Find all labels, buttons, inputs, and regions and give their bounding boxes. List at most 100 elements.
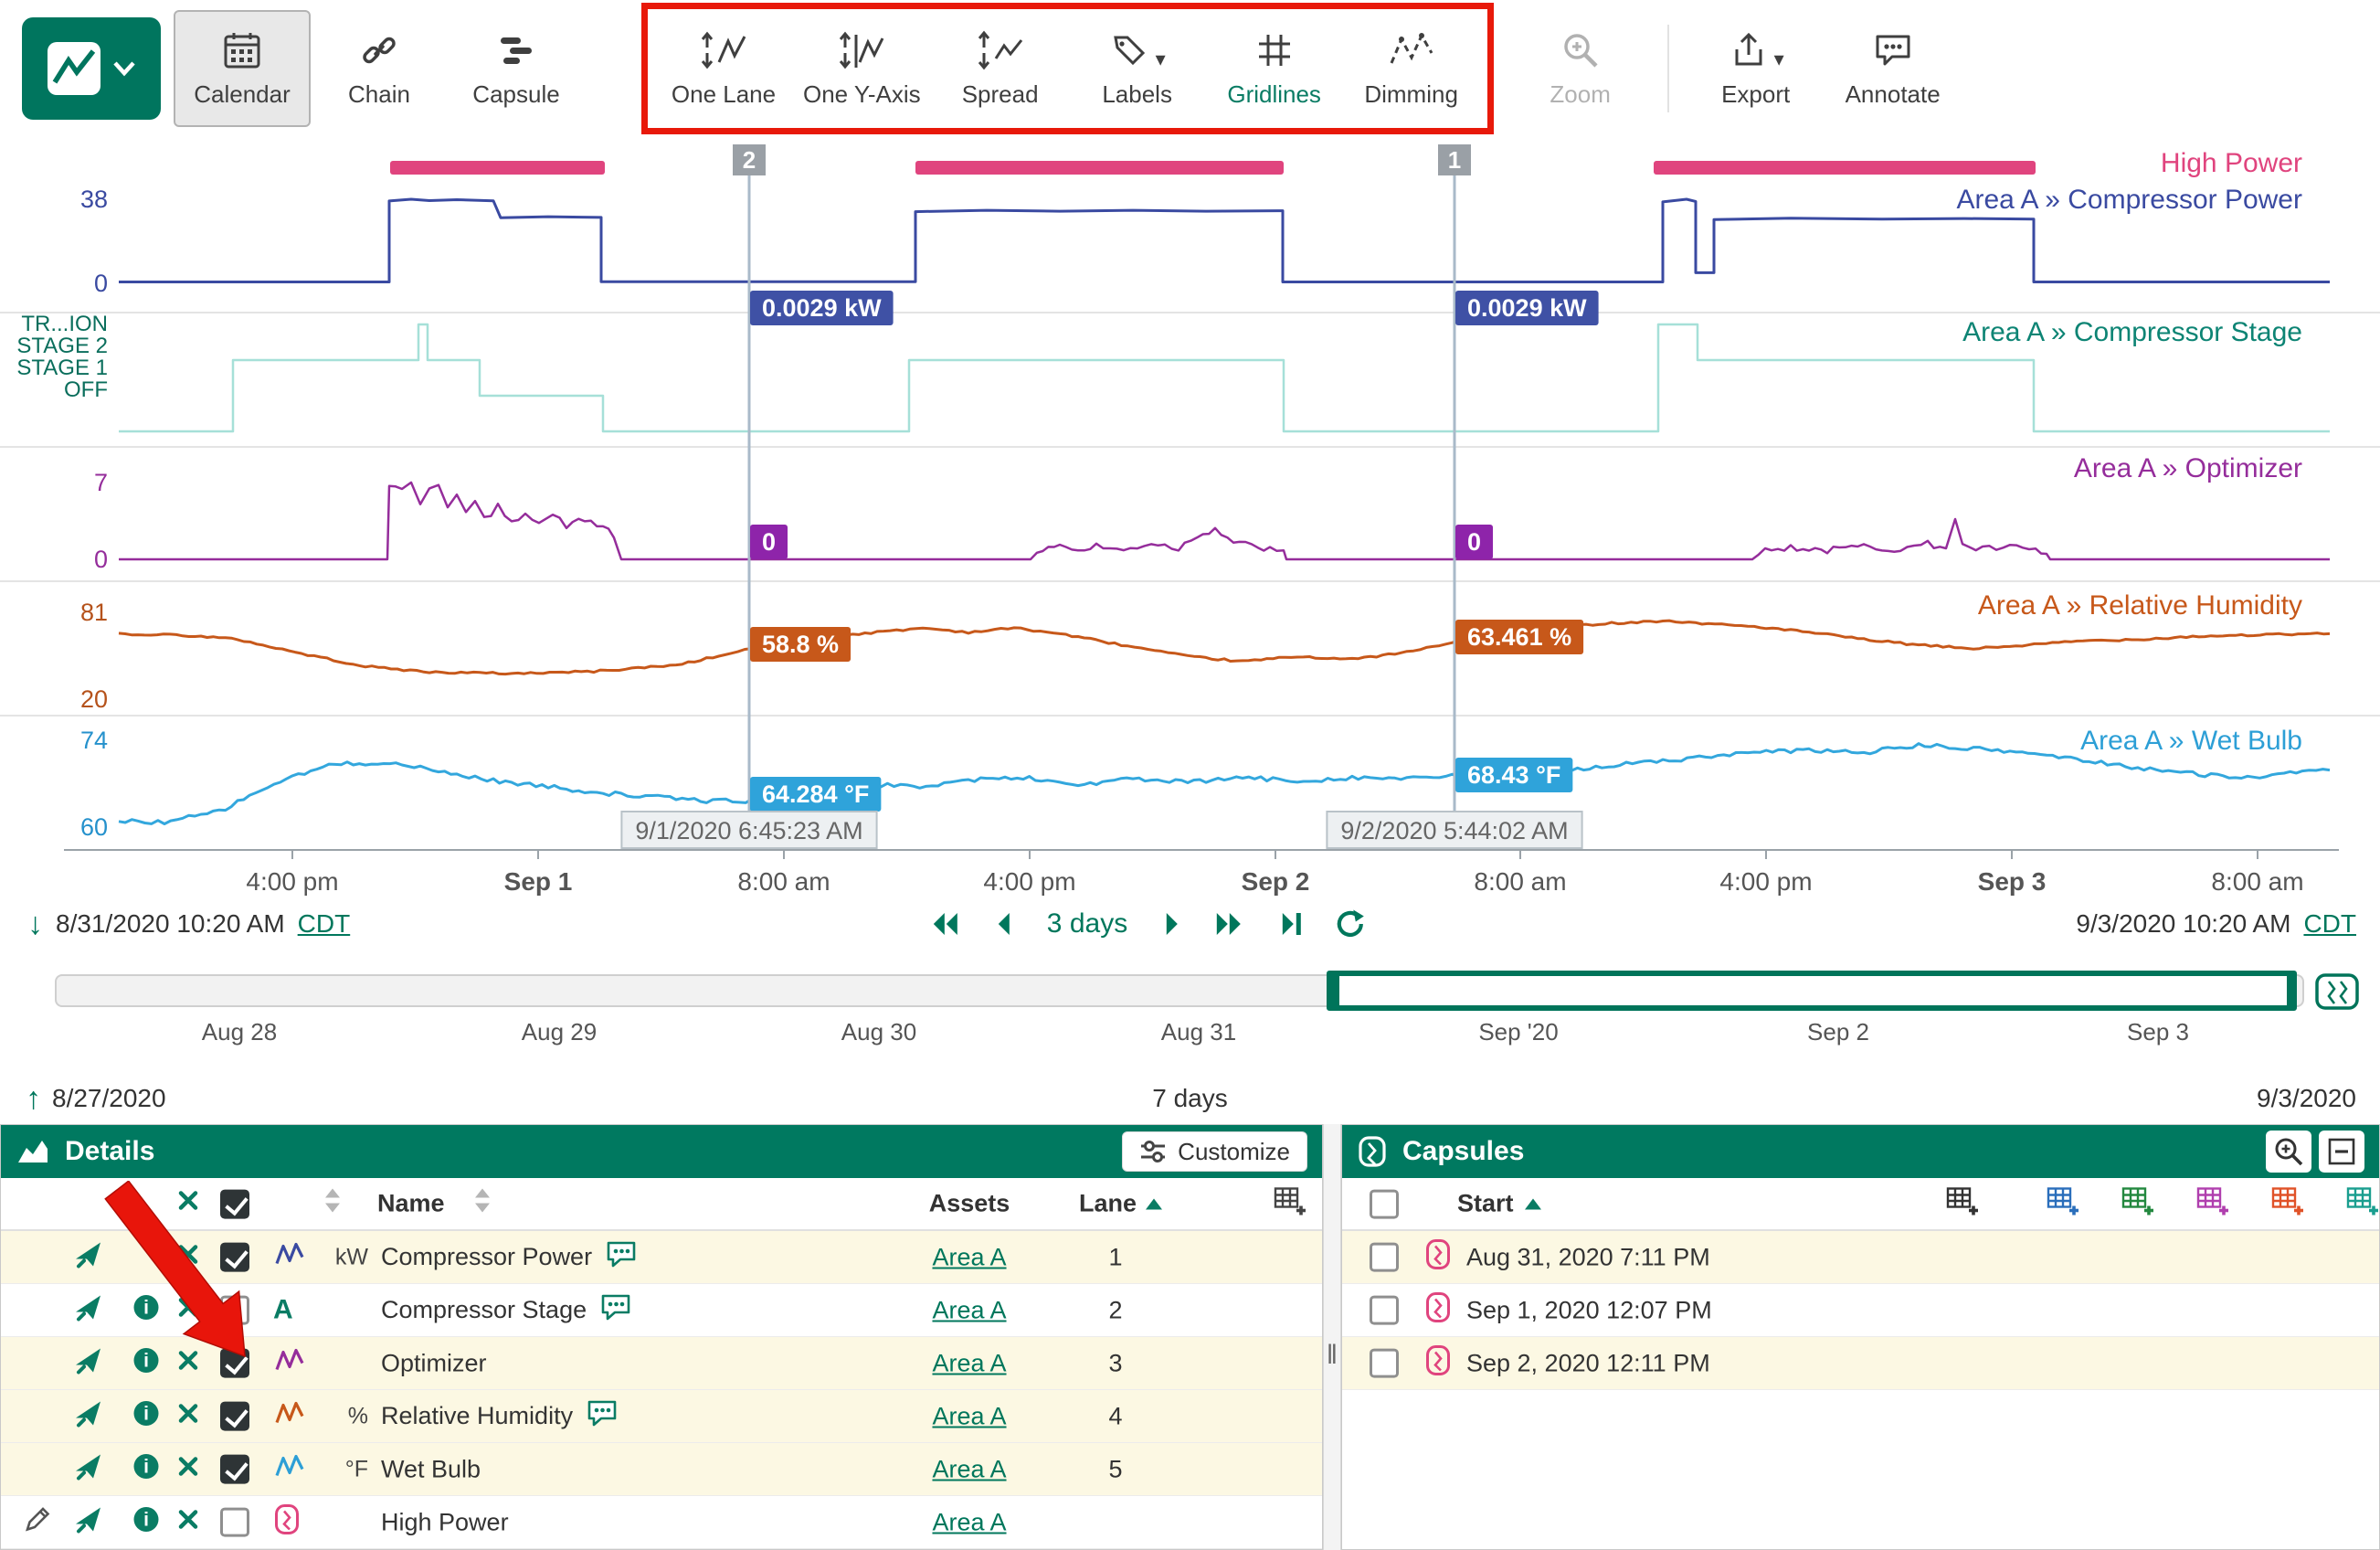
sort-icon[interactable] xyxy=(323,1187,343,1221)
remove-icon xyxy=(175,1452,202,1480)
timezone-link[interactable]: CDT xyxy=(2303,909,2356,939)
item-checkbox[interactable] xyxy=(220,1402,249,1431)
labels-button[interactable]: ▾ Labels xyxy=(1069,10,1206,127)
item-info-button[interactable]: i xyxy=(131,1344,162,1382)
asset-link[interactable]: Area A xyxy=(932,1455,1006,1482)
capsule-region-icon[interactable] xyxy=(2315,971,2359,1016)
trend-button[interactable] xyxy=(72,1237,105,1277)
add-column-button[interactable] xyxy=(1945,1184,1980,1224)
trend-button[interactable] xyxy=(72,1290,105,1330)
item-checkbox[interactable] xyxy=(220,1296,249,1325)
item-info-button[interactable]: i xyxy=(131,1503,162,1541)
remove-item-button[interactable] xyxy=(175,1452,202,1486)
item-checkbox[interactable] xyxy=(220,1243,249,1272)
lane-column-header[interactable]: Lane xyxy=(1079,1190,1164,1218)
asset-link[interactable]: Area A xyxy=(932,1296,1006,1323)
panel-resize-divider[interactable]: ‖ xyxy=(1323,1124,1341,1550)
colored-add-column-button[interactable] xyxy=(2345,1184,2380,1224)
expand-range-icon[interactable]: ↑ xyxy=(26,1083,41,1114)
comment-icon[interactable] xyxy=(605,1239,638,1276)
asset-link[interactable]: Area A xyxy=(932,1402,1006,1429)
asset-link[interactable]: Area A xyxy=(932,1243,1006,1270)
chain-button[interactable]: Chain xyxy=(311,10,448,127)
colored-add-column-button[interactable] xyxy=(2046,1184,2080,1224)
item-checkbox[interactable] xyxy=(220,1455,249,1484)
trend-button[interactable] xyxy=(72,1396,105,1436)
calendar-button[interactable]: Calendar xyxy=(174,10,311,127)
display-range-duration[interactable]: 3 days xyxy=(1047,908,1127,940)
zoom-to-capsule-button[interactable] xyxy=(2266,1131,2311,1173)
investigate-duration[interactable]: 7 days xyxy=(1152,1084,1228,1113)
step-back-fast-button[interactable] xyxy=(926,909,961,939)
remove-item-button[interactable] xyxy=(175,1346,202,1380)
edit-journal-button[interactable] xyxy=(21,1502,54,1542)
add-column-button[interactable] xyxy=(1273,1184,1307,1224)
sort-icon[interactable] xyxy=(472,1187,492,1221)
annotate-button[interactable]: Annotate xyxy=(1825,10,1962,127)
select-all-checkbox[interactable] xyxy=(220,1189,249,1218)
dimming-button[interactable]: Dimming xyxy=(1343,10,1480,127)
start-column-header[interactable]: Start xyxy=(1457,1190,1543,1218)
one-lane-button[interactable]: One Lane xyxy=(655,10,792,127)
one-y-axis-button[interactable]: One Y-Axis xyxy=(792,10,932,127)
timebar-label: Aug 30 xyxy=(841,1018,916,1046)
remove-all-button[interactable] xyxy=(175,1187,202,1221)
remove-item-button[interactable] xyxy=(175,1293,202,1327)
trend-chart[interactable]: 4:00 pmSep 18:00 am4:00 pmSep 28:00 am4:… xyxy=(0,137,2380,897)
capsule-row[interactable]: Sep 2, 2020 12:11 PM xyxy=(1342,1337,2379,1390)
gridlines-button[interactable]: Gridlines xyxy=(1206,10,1343,127)
detail-row[interactable]: iHigh PowerArea A xyxy=(1,1496,1322,1549)
step-forward-fast-button[interactable] xyxy=(1213,909,1248,939)
asset-link[interactable]: Area A xyxy=(932,1508,1006,1535)
remove-item-button[interactable] xyxy=(175,1240,202,1274)
remove-item-button[interactable] xyxy=(175,1505,202,1539)
capsule-time-button[interactable]: Capsule xyxy=(448,10,585,127)
detail-row[interactable]: i%Relative HumidityArea A4 xyxy=(1,1390,1322,1443)
capsule-row[interactable]: Aug 31, 2020 7:11 PM xyxy=(1342,1231,2379,1284)
investigate-range-icon[interactable]: ↓ xyxy=(27,908,43,940)
detail-row[interactable]: i°FWet BulbArea A5 xyxy=(1,1443,1322,1496)
detail-row[interactable]: iACompressor StageArea A2 xyxy=(1,1284,1322,1337)
item-info-button[interactable]: i xyxy=(131,1397,162,1435)
timezone-link[interactable]: CDT xyxy=(298,909,351,939)
detail-row[interactable]: kWCompressor PowerArea A1 xyxy=(1,1231,1322,1284)
remove-item-button[interactable] xyxy=(175,1399,202,1433)
capsule-checkbox[interactable] xyxy=(1370,1296,1399,1325)
refresh-button[interactable] xyxy=(1334,908,1367,940)
item-checkbox[interactable] xyxy=(220,1349,249,1378)
colored-add-column-button[interactable] xyxy=(2270,1184,2305,1224)
asset-link[interactable]: Area A xyxy=(932,1349,1006,1376)
capsule-row[interactable]: Sep 1, 2020 12:07 PM xyxy=(1342,1284,2379,1337)
detail-row[interactable]: iOptimizerArea A3 xyxy=(1,1337,1322,1390)
capsule-checkbox[interactable] xyxy=(1370,1349,1399,1378)
colored-add-column-button[interactable] xyxy=(2195,1184,2230,1224)
item-info-button[interactable]: i xyxy=(131,1291,162,1329)
comment-icon[interactable] xyxy=(586,1398,619,1435)
item-checkbox[interactable] xyxy=(220,1508,249,1537)
info-icon: i xyxy=(131,1291,162,1322)
optimizer-series xyxy=(119,483,2330,559)
timebar-selected-region[interactable] xyxy=(1327,971,2297,1011)
name-column-header[interactable]: Name xyxy=(377,1190,445,1218)
trend-button[interactable] xyxy=(72,1502,105,1542)
svg-text:1: 1 xyxy=(1448,146,1461,174)
workbook-logo-button[interactable] xyxy=(22,17,161,120)
comment-icon[interactable] xyxy=(599,1292,632,1329)
export-button[interactable]: ▾ Export xyxy=(1687,10,1825,127)
capsule-start-time: Aug 31, 2020 7:11 PM xyxy=(1466,1243,1710,1271)
lane-label: Area A » Compressor Power xyxy=(1956,185,2302,215)
item-info-button[interactable]: i xyxy=(131,1450,162,1488)
collapse-panel-button[interactable] xyxy=(2319,1131,2364,1173)
select-all-capsules-checkbox[interactable] xyxy=(1370,1189,1399,1218)
step-back-button[interactable] xyxy=(989,909,1020,939)
spread-button[interactable]: Spread xyxy=(932,10,1069,127)
svg-text:8:00 am: 8:00 am xyxy=(737,867,830,896)
trend-button[interactable] xyxy=(72,1449,105,1489)
assets-column-header[interactable]: Assets xyxy=(896,1190,1042,1218)
step-to-end-button[interactable] xyxy=(1275,909,1306,939)
capsule-checkbox[interactable] xyxy=(1370,1243,1399,1272)
step-forward-button[interactable] xyxy=(1155,909,1186,939)
customize-button[interactable]: Customize xyxy=(1122,1131,1307,1172)
colored-add-column-button[interactable] xyxy=(2121,1184,2155,1224)
trend-button[interactable] xyxy=(72,1343,105,1383)
